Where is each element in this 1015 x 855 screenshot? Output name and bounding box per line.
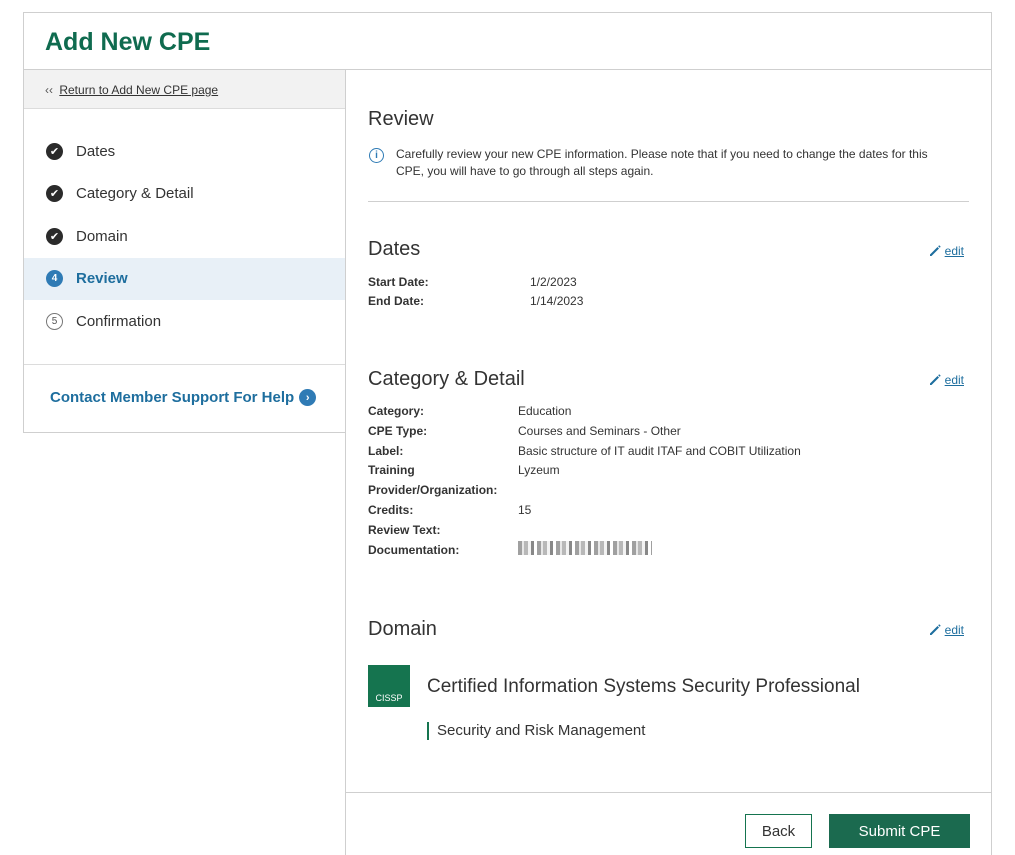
dates-details: Start Date: 1/2/2023 End Date: 1/14/2023 [368,272,583,311]
category-details: Category: Education CPE Type: Courses and … [368,402,801,560]
cpe-type-label: CPE Type: [368,423,428,438]
checkmark-icon: ✔ [46,185,63,203]
info-icon: i [369,148,384,163]
pencil-icon [929,374,941,385]
documentation-file-redacted[interactable] [518,540,652,555]
step-number-icon: 4 [46,270,63,288]
credits-value: 15 [518,502,532,517]
category-label: Category: [368,404,425,418]
review-text-label: Review Text: [368,522,441,537]
sidebar: ‹‹ Return to Add New CPE page ✔ Dates ✔ … [23,69,346,433]
submit-cpe-button[interactable]: Submit CPE [829,814,970,848]
documentation-label: Documentation: [368,542,460,557]
step-domain[interactable]: ✔ Domain [24,215,345,258]
contact-support-label: Contact Member Support For Help [50,389,295,406]
checkmark-icon: ✔ [46,142,63,160]
double-chevron-left-icon: ‹‹ [45,83,53,97]
info-text: Carefully review your new CPE informatio… [396,147,928,178]
pencil-icon [929,245,941,256]
domain-title: Domain [368,618,437,640]
label-label: Label: [368,443,404,458]
step-label: Category & Detail [76,185,194,203]
start-date-value: 1/2/2023 [530,275,577,289]
certification-name: Certified Information Systems Security P… [427,676,860,697]
edit-dates-button[interactable]: edit [928,244,964,258]
sidebar-divider [24,364,345,365]
review-info-note: i Carefully review your new CPE informat… [368,146,958,180]
back-button[interactable]: Back [745,814,812,848]
chevron-right-circle-icon: › [299,389,317,406]
step-category-detail[interactable]: ✔ Category & Detail [24,173,345,216]
return-link[interactable]: Return to Add New CPE page [59,83,218,97]
checkmark-icon: ✔ [46,227,63,245]
step-list: ✔ Dates ✔ Category & Detail ✔ Domain 4 R… [24,130,345,343]
footer-divider [346,792,991,793]
edit-label: edit [944,623,964,637]
step-label: Confirmation [76,312,162,330]
step-review[interactable]: 4 Review [24,257,345,300]
category-value: Education [518,404,572,418]
label-value: Basic structure of IT audit ITAF and COB… [518,443,801,458]
dates-title: Dates [368,238,421,260]
page-header: Add New CPE [23,12,992,70]
review-title: Review [368,108,434,130]
contact-support-link[interactable]: Contact Member Support For Help › [50,389,317,406]
edit-domain-button[interactable]: edit [928,623,964,637]
step-label: Dates [76,142,116,160]
edit-category-button[interactable]: edit [928,373,964,387]
cissp-logo: CISSP [368,665,410,707]
credits-label: Credits: [368,502,414,517]
training-provider-label: Training Provider/Organization: [368,463,498,498]
cissp-logo-text: CISSP [375,693,403,703]
return-bar: ‹‹ Return to Add New CPE page [24,70,345,109]
end-date-value: 1/14/2023 [530,294,584,308]
subdomain-name: Security and Risk Management [427,722,645,740]
review-panel: Review i Carefully review your new CPE i… [345,69,992,855]
end-date-label: End Date: [368,294,425,308]
cpe-type-value: Courses and Seminars - Other [518,423,681,438]
section-divider [368,201,969,202]
pencil-icon [929,624,941,635]
step-number-icon: 5 [46,312,63,330]
step-label: Domain [76,227,128,245]
start-date-label: Start Date: [368,275,429,289]
page-title: Add New CPE [45,28,211,56]
edit-label: edit [944,244,964,258]
step-label: Review [76,270,128,288]
category-title: Category & Detail [368,368,525,390]
edit-label: edit [944,373,964,387]
training-provider-value: Lyzeum [518,463,560,478]
step-confirmation: 5 Confirmation [24,300,345,343]
step-dates[interactable]: ✔ Dates [24,130,345,173]
